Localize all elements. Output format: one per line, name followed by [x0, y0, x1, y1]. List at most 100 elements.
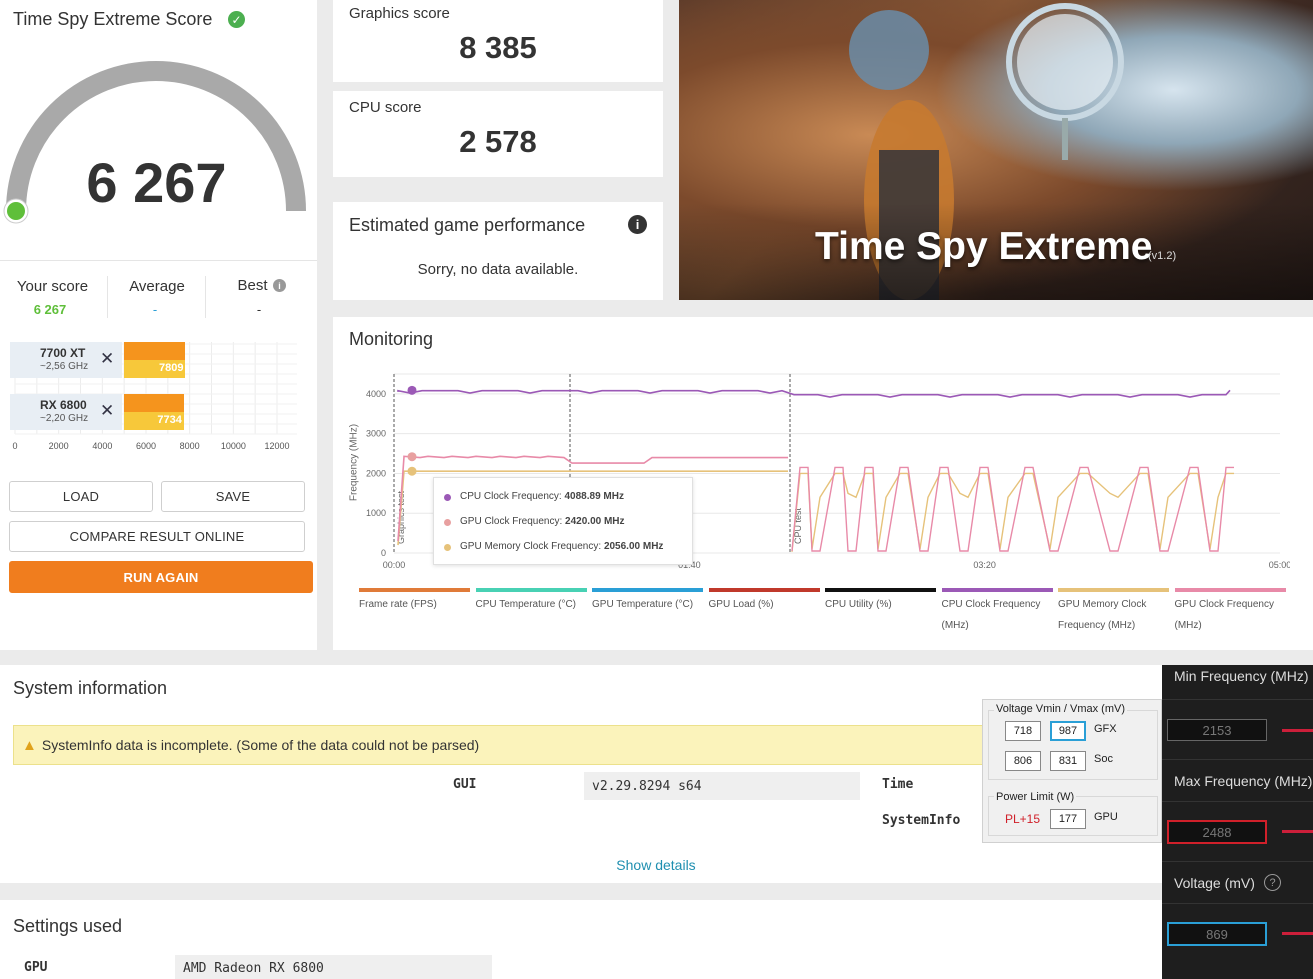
amd-tuning-panel: Min Frequency (MHz) 2153 Max Frequency (…	[1162, 665, 1313, 979]
legend-label: CPU Utility (%)	[825, 599, 892, 610]
power-limit-input[interactable]: 177	[1050, 809, 1086, 829]
max-frequency-slider[interactable]	[1282, 830, 1313, 833]
y-axis-tick: 0	[381, 548, 386, 558]
legend-swatch	[825, 588, 936, 592]
legend-item[interactable]: GPU Clock Frequency (MHz)	[1174, 588, 1286, 636]
legend-item[interactable]: CPU Temperature (°C)	[475, 588, 587, 615]
save-button[interactable]: SAVE	[161, 481, 305, 512]
min-frequency-label: Min Frequency (MHz)	[1174, 668, 1309, 684]
systeminfo-label: SystemInfo	[882, 813, 961, 828]
score-card: Time Spy Extreme Score ✓ 6 267 Your scor…	[0, 0, 317, 650]
legend-item[interactable]: GPU Temperature (°C)	[592, 588, 703, 615]
show-details-link[interactable]: Show details	[556, 857, 756, 873]
comparison-value: 7809	[159, 362, 184, 374]
graphics-score-value: 8 385	[459, 30, 537, 65]
tooltip-value: 2420.00 MHz	[565, 516, 625, 527]
cpu-score-value: 2 578	[459, 124, 537, 159]
gpu-memory-clock-series	[791, 472, 1234, 552]
hero-banner: Time Spy Extreme (v1.2)	[679, 0, 1313, 300]
max-frequency-label: Max Frequency (MHz)	[1174, 773, 1313, 789]
voltage-input[interactable]: 869	[1167, 922, 1267, 946]
total-score: 6 267	[86, 151, 227, 214]
score-divider	[0, 260, 317, 261]
comparison-value: 7734	[157, 414, 182, 426]
settings-card: Settings used GPU AMD Radeon RX 6800	[0, 900, 1313, 979]
comparison-chart: 7700 XT ~2,56 GHz ✕ 7809 RX 6800 ~2,20 GHz ✕ 77…	[10, 338, 300, 458]
chart-tooltip: CPU Clock Frequency: 4088.89 MHz GPU Cloc…	[433, 477, 693, 565]
tooltip-value: 4088.89 MHz	[564, 491, 624, 502]
legend-item[interactable]: GPU Load (%)	[708, 588, 820, 615]
voltage-panel: Voltage Vmin / Vmax (mV) 718 987 GFX 806…	[982, 699, 1162, 843]
min-frequency-slider[interactable]	[1282, 729, 1313, 732]
hero-version: (v1.2)	[1148, 250, 1177, 262]
comparison-axis-tick: 2000	[48, 441, 69, 451]
max-frequency-input[interactable]: 2488	[1167, 820, 1267, 844]
gpu-name: AMD Radeon RX 6800	[183, 960, 324, 976]
legend-swatch	[708, 588, 820, 592]
comparison-bar-top	[124, 394, 184, 412]
gui-label: GUI	[453, 777, 477, 792]
legend-label: GPU Load (%)	[708, 599, 774, 610]
compare-online-button[interactable]: COMPARE RESULT ONLINE	[9, 521, 305, 552]
tooltip-label: CPU Clock Frequency:	[460, 491, 565, 502]
settings-title: Settings used	[13, 916, 123, 936]
comparison-gpu-clock: ~2,20 GHz	[40, 413, 89, 424]
info-icon[interactable]: i	[628, 215, 647, 234]
graphics-score-card: Graphics score 8 385	[333, 0, 663, 82]
load-button[interactable]: LOAD	[9, 481, 153, 512]
hero-title: Time Spy Extreme	[815, 225, 1153, 268]
legend-label: GPU Memory Clock Frequency (MHz)	[1058, 599, 1147, 631]
remove-icon: ✕	[100, 349, 115, 368]
score-title: Time Spy Extreme Score	[13, 9, 213, 29]
legend-swatch	[592, 588, 703, 592]
min-frequency-input[interactable]: 2153	[1167, 719, 1267, 741]
tooltip-value: 2056.00 MHz	[603, 541, 664, 552]
legend-swatch	[1174, 588, 1286, 592]
legend-item[interactable]: Frame rate (FPS)	[359, 588, 470, 615]
cpu-clock-marker	[407, 385, 417, 395]
voltage-slider[interactable]	[1282, 932, 1313, 935]
x-axis-tick: 00:00	[383, 560, 406, 570]
legend-item[interactable]: GPU Memory Clock Frequency (MHz)	[1058, 588, 1169, 636]
game-performance-message: Sorry, no data available.	[417, 261, 579, 278]
legend-label: GPU Temperature (°C)	[592, 599, 694, 610]
legend-label: CPU Clock Frequency (MHz)	[941, 599, 1041, 631]
legend-label: CPU Temperature (°C)	[475, 599, 577, 610]
tooltip-row: GPU Clock Frequency: 2420.00 MHz	[460, 516, 625, 527]
gpu-clock-marker	[407, 452, 417, 462]
time-label: Time	[882, 777, 914, 792]
legend-item[interactable]: CPU Utility (%)	[825, 588, 936, 615]
cpu-score-label: CPU score	[349, 99, 422, 116]
legend-swatch	[1058, 588, 1169, 592]
legend-item[interactable]: CPU Clock Frequency (MHz)	[941, 588, 1053, 636]
comparison-gpu-name: RX 6800	[40, 398, 87, 412]
y-axis-tick: 2000	[366, 468, 386, 478]
settings-gpu-label: GPU	[24, 960, 48, 975]
comparison-gpu-name: 7700 XT	[40, 346, 86, 360]
tooltip-row: GPU Memory Clock Frequency: 2056.00 MHz	[460, 541, 663, 552]
gui-version: v2.29.8294 s64	[592, 778, 702, 794]
tooltip-dot	[444, 494, 451, 501]
average-value: -	[152, 302, 158, 317]
average-label: Average	[129, 278, 185, 295]
comparison-axis-tick: 12000	[264, 441, 290, 451]
soc-vmin-input[interactable]: 806	[1005, 751, 1041, 771]
comparison-axis-tick: 6000	[135, 441, 157, 451]
remove-icon: ✕	[100, 401, 115, 420]
tooltip-label: GPU Clock Frequency:	[460, 516, 566, 527]
your-score-label: Your score	[16, 278, 89, 295]
cpu-score-card: CPU score 2 578	[333, 91, 663, 177]
verified-check-icon: ✓	[228, 11, 245, 28]
info-icon[interactable]: i	[273, 279, 286, 292]
your-score-value: 6 267	[33, 302, 67, 317]
graphics-score-label: Graphics score	[349, 5, 450, 22]
help-icon[interactable]: ?	[1264, 874, 1281, 891]
legend-swatch	[359, 588, 470, 592]
tooltip-label: GPU Memory Clock Frequency:	[460, 541, 604, 552]
gfx-vmax-input[interactable]: 987	[1050, 721, 1086, 741]
run-again-button[interactable]: RUN AGAIN	[9, 561, 313, 593]
gfx-vmin-input[interactable]: 718	[1005, 721, 1041, 741]
comparison-bar-top	[124, 342, 186, 360]
legend-swatch	[475, 588, 587, 592]
soc-vmax-input[interactable]: 831	[1050, 751, 1086, 771]
